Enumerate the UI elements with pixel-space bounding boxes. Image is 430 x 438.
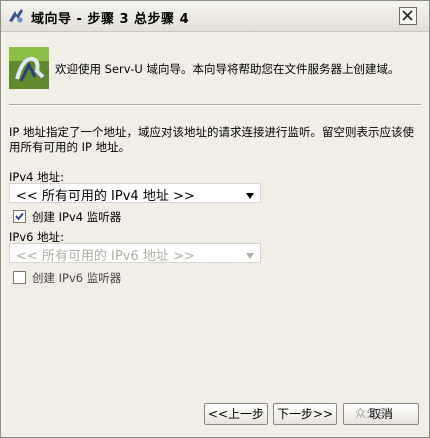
header-divider [9,104,421,106]
watermark: 众分享 [355,407,388,420]
window-title: 域向导 - 步骤 3 总步骤 4 [31,12,190,27]
ipv6-address-select[interactable]: << 所有可用的 IPv6 地址 >> [9,243,261,264]
serv-u-logo-icon [9,47,49,89]
ipv6-selected-value: << 所有可用的 IPv6 地址 >> [16,249,195,264]
checkmark-icon [15,212,24,221]
domain-wizard-window: 域向导 - 步骤 3 总步骤 4 欢迎使用 Serv-U 域向导。本向导将帮助您… [0,0,430,438]
back-button[interactable]: <<上一步 [204,403,268,425]
close-button[interactable] [399,7,417,25]
wizard-icon [7,7,25,25]
dropdown-arrow-icon [246,248,254,263]
create-ipv4-listener-checkbox[interactable] [13,210,26,223]
title-bar[interactable]: 域向导 - 步骤 3 总步骤 4 [1,1,429,32]
create-ipv4-listener-label: 创建 IPv4 监听器 [32,210,122,224]
create-ipv6-listener-checkbox[interactable] [13,271,26,284]
ip-description: IP 地址指定了一个地址，域应对该地址的请求连接进行监听。留空则表示应该使用所有… [9,125,414,154]
dropdown-arrow-icon [246,188,254,203]
ipv4-selected-value: << 所有可用的 IPv4 地址 >> [16,189,195,204]
next-button[interactable]: 下一步>> [273,403,337,425]
ipv4-address-select[interactable]: << 所有可用的 IPv4 地址 >> [9,183,261,204]
welcome-text: 欢迎使用 Serv-U 域向导。本向导将帮助您在文件服务器上创建域。 [55,62,400,76]
create-ipv6-listener-label: 创建 IPv6 监听器 [32,271,122,285]
close-icon [402,10,413,21]
